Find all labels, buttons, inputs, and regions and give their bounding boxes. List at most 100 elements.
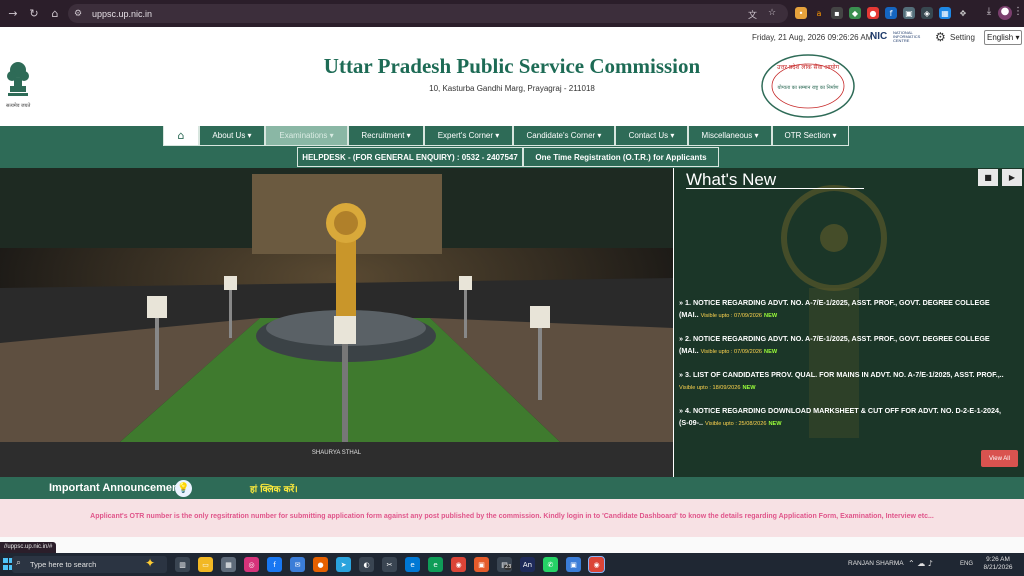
stop-icon[interactable]: ■ (978, 169, 998, 186)
list-item[interactable]: » 4. NOTICE REGARDING DOWNLOAD MARKSHEET… (679, 405, 1011, 430)
list-item[interactable]: » 3. LIST OF CANDIDATES PROV. QUAL. FOR … (679, 369, 1011, 394)
taskbar-search[interactable]: ⌕ Type here to search ✦ (12, 556, 167, 573)
hero-caption: SHAURYA STHAL (311, 450, 362, 456)
visible-upto: Visible upto : 25/08/2026 (704, 421, 767, 427)
extension-icon[interactable]: • (795, 7, 807, 19)
new-badge: NEW (764, 349, 778, 355)
task-view-icon[interactable]: ▥ (175, 557, 190, 572)
menu-candidates-corner[interactable]: Candidate's Corner ▾ (513, 126, 615, 146)
address-bar[interactable]: ⚙ uppsc.up.nic.in 文 ☆ (68, 4, 788, 23)
otr-registration-link[interactable]: One Time Registration (O.T.R.) for Appli… (523, 147, 719, 167)
back-icon[interactable]: → (5, 6, 21, 22)
whatsapp-icon[interactable]: ✆ (543, 557, 558, 572)
whats-new-underline (686, 188, 864, 189)
menu-about-us[interactable]: About Us ▾ (199, 126, 265, 146)
facebook-icon[interactable]: f (267, 557, 282, 572)
mail-icon[interactable]: ✉ (290, 557, 305, 572)
announcement-bar: Important Announcement 💡 हां क्लिक करें। (0, 477, 1024, 499)
taskbar-apps: ▥ ▭ ▦ ◎ f ✉ ● ➤ ◐ ✂ e e ◉ ▣ ▤23 An ✆ ▣ ◉ (175, 556, 605, 573)
translate-icon[interactable]: 文 (748, 8, 759, 21)
reload-icon[interactable]: ↻ (26, 6, 42, 22)
menu-miscellaneous[interactable]: Miscellaneous ▾ (688, 126, 772, 146)
utility-row: Friday, 21 Aug, 2026 09:26:26 AM NIC NAT… (0, 27, 1024, 48)
menu-row-secondary: HELPDESK - (FOR GENERAL ENQUIRY) : 0532 … (297, 147, 719, 168)
bookmark-star-icon[interactable]: ☆ (768, 8, 779, 19)
new-badge: NEW (768, 421, 782, 427)
extensions-puzzle-icon[interactable]: ✥ (957, 7, 969, 19)
firefox-icon[interactable]: ● (313, 557, 328, 572)
notice-text[interactable]: » 3. LIST OF CANDIDATES PROV. QUAL. FOR … (679, 370, 1004, 379)
emblem-caption: सत्यमेव जयते (6, 103, 31, 109)
extension-icon[interactable]: ▣ (903, 7, 915, 19)
whats-new-panel: What's New ■ ▶ » 1. NOTICE REGARDING ADV… (674, 168, 1024, 477)
extension-icon[interactable]: ▦ (939, 7, 951, 19)
menu-examinations[interactable]: Examinations ▾ (265, 126, 348, 146)
hero-slideshow-image (0, 168, 673, 442)
play-icon[interactable]: ▶ (1002, 169, 1022, 186)
announcement-link[interactable]: हां क्लिक करें। (250, 482, 298, 495)
app-icon[interactable]: ◐ (359, 557, 374, 572)
menu-row-primary: ⌂ About Us ▾ Examinations ▾ Recruitment … (163, 126, 849, 147)
file-explorer-icon[interactable]: ▭ (198, 557, 213, 572)
page-bottom-strip (0, 537, 1024, 553)
whats-new-list: » 1. NOTICE REGARDING ADVT. NO. A-7/E-1/… (679, 297, 1011, 441)
taskbar-user[interactable]: RANJAN SHARMA (848, 560, 904, 567)
amazon-extension-icon[interactable]: a (813, 7, 825, 19)
extension-icon[interactable]: f (885, 7, 897, 19)
system-tray-icons[interactable]: ⌃ ☁ ♪ (908, 559, 933, 568)
app-icon[interactable]: An (520, 557, 535, 572)
profile-avatar[interactable]: ● (998, 6, 1012, 20)
gear-icon[interactable]: ⚙ (935, 30, 946, 44)
menu-otr-section[interactable]: OTR Section ▾ (772, 126, 849, 146)
nic-subtitle: NATIONAL INFORMATICS CENTRE (893, 30, 921, 43)
language-select[interactable]: English ▾ (984, 30, 1022, 45)
menu-experts-corner[interactable]: Expert's Corner ▾ (424, 126, 513, 146)
seal-text-mid: योग्यता का सम्मान राष्ट्र का निर्माण (777, 84, 838, 91)
commission-seal-logo: उत्तर प्रदेश लोक सेवा आयोग योग्यता का सम… (761, 54, 855, 118)
otr-notice-text: Applicant's OTR number is the only regsi… (90, 513, 934, 520)
setting-link[interactable]: Setting (950, 33, 975, 42)
whats-new-title: What's New (686, 170, 777, 189)
taskbar-lang[interactable]: ENG (960, 561, 973, 567)
site-address: 10, Kasturba Gandhi Marg, Prayagraj - 21… (429, 84, 595, 93)
new-badge: NEW (764, 313, 778, 319)
home-browser-icon[interactable]: ⌂ (47, 6, 63, 22)
visible-upto: Visible upto : 07/09/2026 (700, 313, 763, 319)
main-navigation: ⌂ About Us ▾ Examinations ▾ Recruitment … (0, 126, 1024, 168)
edge-dev-icon[interactable]: e (428, 557, 443, 572)
status-url: //uppsc.up.nic.in/# (0, 542, 57, 553)
menu-recruitment[interactable]: Recruitment ▾ (348, 126, 424, 146)
extension-icon[interactable]: ▪ (831, 7, 843, 19)
chrome-icon[interactable]: ◉ (451, 557, 466, 572)
notification-app-icon[interactable]: ▤23 (497, 557, 513, 572)
extension-icon[interactable]: ● (867, 7, 879, 19)
nic-logo[interactable]: NIC (870, 31, 887, 42)
view-all-button[interactable]: View All (981, 450, 1018, 467)
shaurya-sthal-photo (0, 168, 673, 442)
app-icon[interactable]: ▣ (474, 557, 489, 572)
store-icon[interactable]: ▦ (221, 557, 236, 572)
menu-kebab-icon[interactable]: ⋮ (1011, 6, 1024, 20)
telegram-icon[interactable]: ➤ (336, 557, 351, 572)
visible-upto: Visible upto : 07/09/2026 (700, 349, 763, 355)
app-icon[interactable]: ✂ (382, 557, 397, 572)
download-icon[interactable]: ⤓ (982, 6, 996, 20)
url-text[interactable]: uppsc.up.nic.in (92, 9, 152, 19)
otr-notice-band: Applicant's OTR number is the only regsi… (0, 499, 1024, 537)
extension-icon[interactable]: ◈ (921, 7, 933, 19)
seal-text-top: उत्तर प्रदेश लोक सेवा आयोग (777, 63, 840, 71)
menu-contact-us[interactable]: Contact Us ▾ (615, 126, 688, 146)
taskbar-clock[interactable]: 9:26 AM 8/21/2026 (982, 556, 1014, 572)
site-title: Uttar Pradesh Public Service Commission (323, 54, 701, 78)
edge-icon[interactable]: e (405, 557, 420, 572)
list-item[interactable]: » 1. NOTICE REGARDING ADVT. NO. A-7/E-1/… (679, 297, 1011, 322)
list-item[interactable]: » 2. NOTICE REGARDING ADVT. NO. A-7/E-1/… (679, 333, 1011, 358)
helpdesk-link[interactable]: HELPDESK - (FOR GENERAL ENQUIRY) : 0532 … (297, 147, 523, 167)
app-icon[interactable]: ▣ (566, 557, 581, 572)
extension-icon[interactable]: ◆ (849, 7, 861, 19)
instagram-icon[interactable]: ◎ (244, 557, 259, 572)
hero-caption-bar: SHAURYA STHAL (0, 442, 673, 477)
chrome-active-icon[interactable]: ◉ (588, 556, 605, 573)
home-icon[interactable]: ⌂ (163, 126, 199, 146)
site-info-icon[interactable]: ⚙ (74, 9, 86, 19)
